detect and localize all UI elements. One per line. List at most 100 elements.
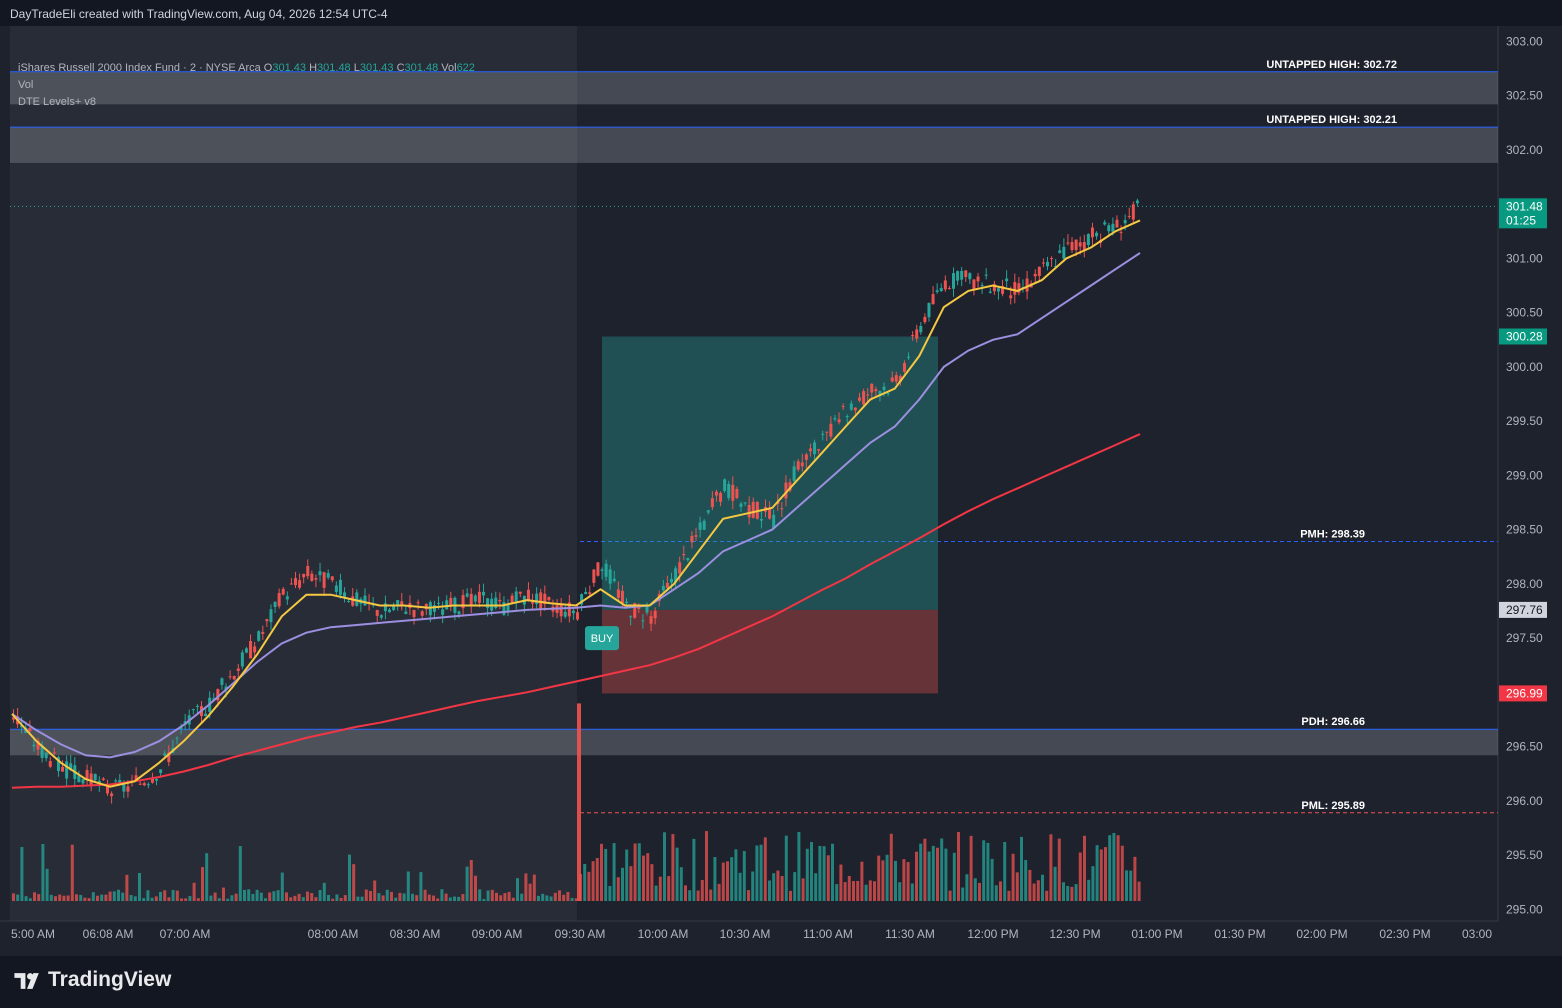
level-band (10, 729, 1498, 756)
volume-bar (944, 848, 948, 901)
volume-bar (877, 855, 881, 901)
y-tick-label: 296.50 (1506, 740, 1543, 754)
volume-bar (915, 851, 918, 901)
candle-body (1062, 246, 1066, 259)
x-tick-label: 11:30 AM (885, 927, 935, 941)
volume-bar (1078, 852, 1082, 901)
candle-body (236, 668, 240, 671)
candle-body (616, 589, 620, 598)
legend-vol-indicator[interactable]: Vol (18, 77, 475, 94)
candle-body (28, 727, 32, 732)
candle-body (980, 285, 984, 287)
volume-bar (364, 889, 368, 901)
candle-body (1082, 242, 1086, 250)
candle-body (142, 783, 146, 786)
volume-bar (201, 867, 204, 901)
volume-bar (1011, 853, 1015, 901)
volume-bar (243, 889, 246, 901)
volume-bar (986, 842, 990, 901)
candle-body (931, 294, 935, 305)
volume-bar (516, 878, 519, 901)
volume-bar (927, 851, 931, 901)
volume-bar (180, 898, 183, 901)
candle-body (1135, 200, 1139, 204)
price-chart-svg[interactable]: 303.00302.50302.00301.50301.00300.50300.… (0, 26, 1562, 956)
candle-body (163, 753, 167, 756)
x-tick-label: 09:00 AM (472, 927, 523, 941)
volume-bar (776, 870, 780, 901)
candle-body (972, 279, 976, 290)
candle-body (347, 600, 351, 602)
volume-bar (621, 867, 624, 901)
candle-body (907, 356, 911, 358)
candle-body (682, 554, 686, 556)
candle-body (833, 418, 837, 420)
volume-bar (79, 894, 83, 901)
candle-body (1046, 261, 1049, 267)
candle-body (48, 761, 52, 767)
volume-bar (696, 890, 700, 901)
candle-body (1074, 239, 1078, 251)
volume-bar (881, 860, 885, 901)
volume-bar (558, 890, 561, 901)
y-tick-label: 299.00 (1506, 468, 1543, 482)
volume-bar (1104, 847, 1107, 901)
volume-bar (104, 894, 108, 901)
candle-body (919, 325, 923, 333)
volume-bar (818, 845, 822, 901)
volume-bar (658, 876, 662, 901)
y-tick-label: 298.50 (1506, 523, 1543, 537)
candle-body (539, 592, 543, 610)
volume-bar (1120, 845, 1124, 901)
volume-bar (159, 891, 162, 901)
volume-bar (784, 835, 788, 901)
candle-body (244, 648, 248, 653)
volume-bar (423, 889, 427, 901)
volume-bar (625, 849, 629, 901)
volume-bar (805, 848, 809, 901)
candle-body (714, 491, 718, 496)
volume-bar (327, 894, 330, 901)
level-band (10, 127, 1498, 163)
volume-bar (789, 890, 792, 901)
candle-body (625, 601, 629, 603)
candle-body (110, 793, 114, 797)
candle-body (759, 518, 763, 521)
volume-bar (419, 872, 423, 901)
volume-bar (831, 843, 834, 901)
legend-dte-indicator[interactable]: DTE Levels+ v8 (18, 94, 475, 111)
candle-body (52, 752, 56, 754)
candle-body (927, 302, 931, 318)
volume-bar (474, 875, 477, 901)
candle-body (641, 620, 645, 622)
candle-body (792, 466, 796, 481)
volume-bar (264, 898, 267, 901)
legend-symbol[interactable]: iShares Russell 2000 Index Fund · 2 · NY… (18, 62, 261, 74)
candle-body (482, 591, 485, 596)
volume-bar (394, 897, 398, 901)
candle-body (1009, 295, 1013, 299)
candle-body (939, 288, 943, 292)
volume-bar (217, 898, 221, 901)
volume-bar (133, 896, 137, 901)
candle-body (800, 462, 804, 467)
x-tick-label: 09:30 AM (555, 927, 606, 941)
candle-body (670, 578, 673, 583)
volume-bar (75, 894, 78, 901)
volume-bar (469, 860, 473, 901)
volume-bar (360, 896, 364, 901)
candle-body (388, 609, 391, 613)
volume-bar (45, 868, 49, 901)
volume-bar (1045, 890, 1049, 901)
volume-bar (293, 895, 297, 901)
volume-bar (898, 882, 902, 901)
volume-bar (175, 890, 179, 901)
volume-bar (675, 847, 679, 901)
volume-bar (306, 891, 309, 901)
candle-body (996, 288, 1000, 292)
candle-body (678, 562, 682, 574)
volume-bar (1125, 870, 1128, 901)
chart-pane[interactable]: 303.00302.50302.00301.50301.00300.50300.… (0, 26, 1562, 956)
volume-bar (759, 844, 763, 901)
candle-body (441, 609, 445, 615)
